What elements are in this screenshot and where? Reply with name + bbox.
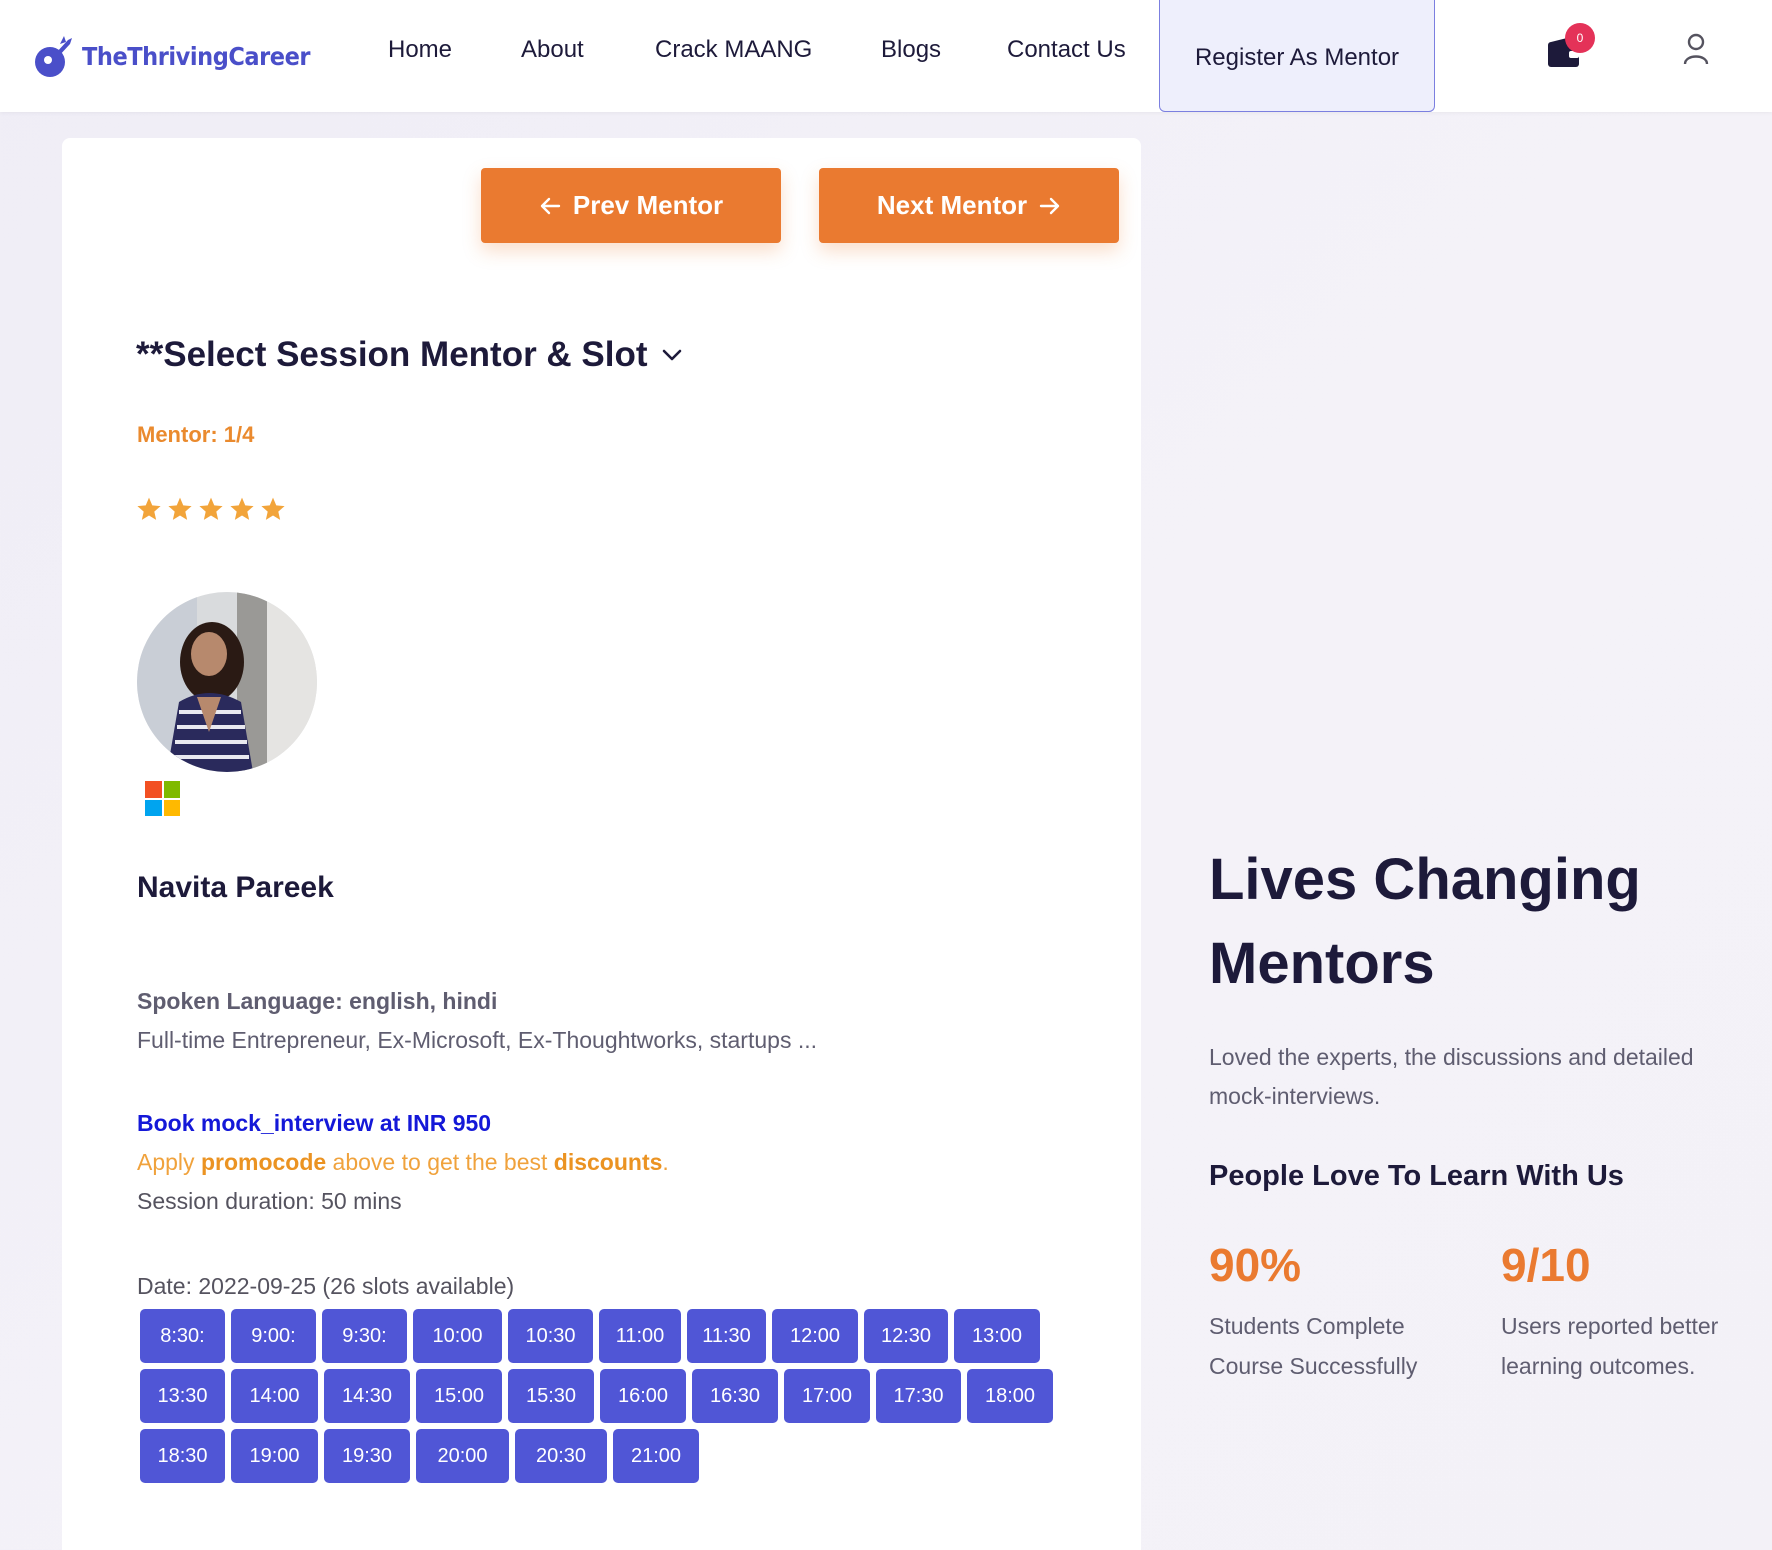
time-slot-button[interactable]: 10:00 bbox=[413, 1309, 502, 1363]
time-slot-button[interactable]: 15:00 bbox=[416, 1369, 502, 1423]
time-slot-button[interactable]: 14:00 bbox=[231, 1369, 318, 1423]
time-slot-button[interactable]: 9:30: bbox=[322, 1309, 407, 1363]
time-slot-button[interactable]: 13:00 bbox=[954, 1309, 1040, 1363]
right-title-line1: Lives Changing bbox=[1209, 847, 1641, 912]
star-icon bbox=[261, 497, 285, 520]
time-slot-button[interactable]: 20:30 bbox=[515, 1429, 607, 1483]
brand-logo[interactable]: TheThrivingCareer bbox=[30, 32, 335, 80]
time-slot-button[interactable]: 16:00 bbox=[600, 1369, 686, 1423]
next-mentor-label: Next Mentor bbox=[876, 190, 1028, 220]
star-icon bbox=[199, 497, 223, 520]
right-subtitle: Loved the experts, the discussions and d… bbox=[1209, 1044, 1694, 1109]
mentor-name: Navita Pareek bbox=[137, 871, 334, 904]
time-slot-button[interactable]: 13:30 bbox=[140, 1369, 225, 1423]
time-slot-button[interactable]: 21:00 bbox=[613, 1429, 699, 1483]
right-title-line2: Mentors bbox=[1209, 931, 1435, 996]
prev-mentor-label: Prev Mentor bbox=[572, 190, 724, 220]
star-icon bbox=[230, 497, 254, 520]
time-slot-button[interactable]: 20:00 bbox=[416, 1429, 509, 1483]
time-slot-button[interactable]: 11:00 bbox=[599, 1309, 681, 1363]
time-slot-button[interactable]: 10:30 bbox=[508, 1309, 593, 1363]
brand-name: TheThrivingCareer bbox=[82, 41, 311, 71]
nav-blogs[interactable]: Blogs bbox=[881, 36, 941, 64]
section-title-text: **Select Session Mentor & Slot bbox=[136, 335, 648, 374]
rocket-logo-icon bbox=[35, 36, 72, 77]
people-love-heading: People Love To Learn With Us bbox=[1209, 1160, 1624, 1192]
time-slot-button[interactable]: 12:30 bbox=[864, 1309, 948, 1363]
nav-home[interactable]: Home bbox=[388, 36, 452, 64]
arrow-right-icon bbox=[1039, 197, 1060, 214]
time-slot-button[interactable]: 18:30 bbox=[140, 1429, 225, 1483]
slot-date: Date: 2022-09-25 (26 slots available) bbox=[137, 1273, 515, 1299]
time-slot-button[interactable]: 17:30 bbox=[876, 1369, 961, 1423]
promo-pre: Apply bbox=[137, 1149, 201, 1175]
slot-row: 13:30 14:00 14:30 15:00 15:30 16:00 16:30 17:00… bbox=[140, 1369, 1080, 1423]
chevron-down-icon bbox=[662, 349, 681, 361]
star-icon bbox=[137, 497, 161, 520]
time-slot-grid: 8:30: 9:00: 9:30: 10:00 10:30 11:00 11:30 12:00… bbox=[140, 1309, 1080, 1489]
mentor-photo bbox=[137, 592, 317, 772]
promo-word2: discounts bbox=[553, 1149, 663, 1175]
time-slot-button[interactable]: 16:30 bbox=[692, 1369, 778, 1423]
arrow-left-icon bbox=[540, 197, 561, 214]
nav-crack-maang[interactable]: Crack MAANG bbox=[655, 36, 812, 64]
top-navbar: TheThrivingCareer Home About Crack MAANG… bbox=[0, 0, 1772, 112]
star-icon bbox=[168, 497, 192, 520]
promo-mid: above to get the best bbox=[326, 1149, 554, 1175]
time-slot-button[interactable]: 18:00 bbox=[967, 1369, 1053, 1423]
time-slot-button[interactable]: 19:30 bbox=[324, 1429, 410, 1483]
promo-word: promocode bbox=[200, 1149, 327, 1175]
time-slot-button[interactable]: 15:30 bbox=[508, 1369, 594, 1423]
register-as-mentor-button[interactable]: Register As Mentor bbox=[1159, 0, 1435, 112]
time-slot-button[interactable]: 8:30: bbox=[140, 1309, 225, 1363]
time-slot-button[interactable]: 9:00: bbox=[231, 1309, 316, 1363]
time-slot-button[interactable]: 17:00 bbox=[784, 1369, 870, 1423]
mentor-avatar bbox=[137, 592, 317, 772]
right-heading: Lives Changing Mentors bbox=[1209, 838, 1641, 1006]
rating-stars bbox=[136, 496, 286, 522]
book-price-text: Book mock_interview at INR 950 bbox=[137, 1110, 492, 1136]
prev-mentor-button[interactable]: Prev Mentor bbox=[481, 168, 781, 243]
cart-count-badge: 0 bbox=[1565, 23, 1595, 53]
nav-contact-us[interactable]: Contact Us bbox=[1007, 36, 1126, 64]
next-mentor-button[interactable]: Next Mentor bbox=[819, 168, 1119, 243]
promo-text: Apply promocode above to get the best di… bbox=[137, 1149, 669, 1176]
nav-about[interactable]: About bbox=[521, 36, 584, 64]
promo-end: . bbox=[662, 1149, 669, 1175]
time-slot-button[interactable]: 14:30 bbox=[324, 1369, 410, 1423]
stat-value: 90% bbox=[1209, 1239, 1302, 1291]
time-slot-button[interactable]: 11:30 bbox=[687, 1309, 766, 1363]
slot-row: 8:30: 9:00: 9:30: 10:00 10:30 11:00 11:30 12:00… bbox=[140, 1309, 1080, 1363]
stat-description: Users reported better learning outcomes. bbox=[1501, 1313, 1719, 1379]
stat-value: 9/10 bbox=[1501, 1239, 1591, 1291]
user-icon[interactable] bbox=[1682, 32, 1710, 66]
spoken-language: Spoken Language: english, hindi bbox=[137, 988, 498, 1014]
time-slot-button[interactable]: 19:00 bbox=[231, 1429, 318, 1483]
slot-row: 18:30 19:00 19:30 20:00 20:30 21:00 bbox=[140, 1429, 1080, 1483]
stat-description: Students Complete Course Successfully bbox=[1209, 1313, 1418, 1379]
session-duration: Session duration: 50 mins bbox=[137, 1188, 402, 1214]
microsoft-logo-icon bbox=[145, 781, 180, 816]
select-session-dropdown[interactable]: **Select Session Mentor & Slot bbox=[136, 335, 682, 375]
mentor-count: Mentor: 1/4 bbox=[137, 422, 255, 447]
time-slot-button[interactable]: 12:00 bbox=[772, 1309, 858, 1363]
mentor-bio: Full-time Entrepreneur, Ex-Microsoft, Ex… bbox=[137, 1027, 818, 1053]
